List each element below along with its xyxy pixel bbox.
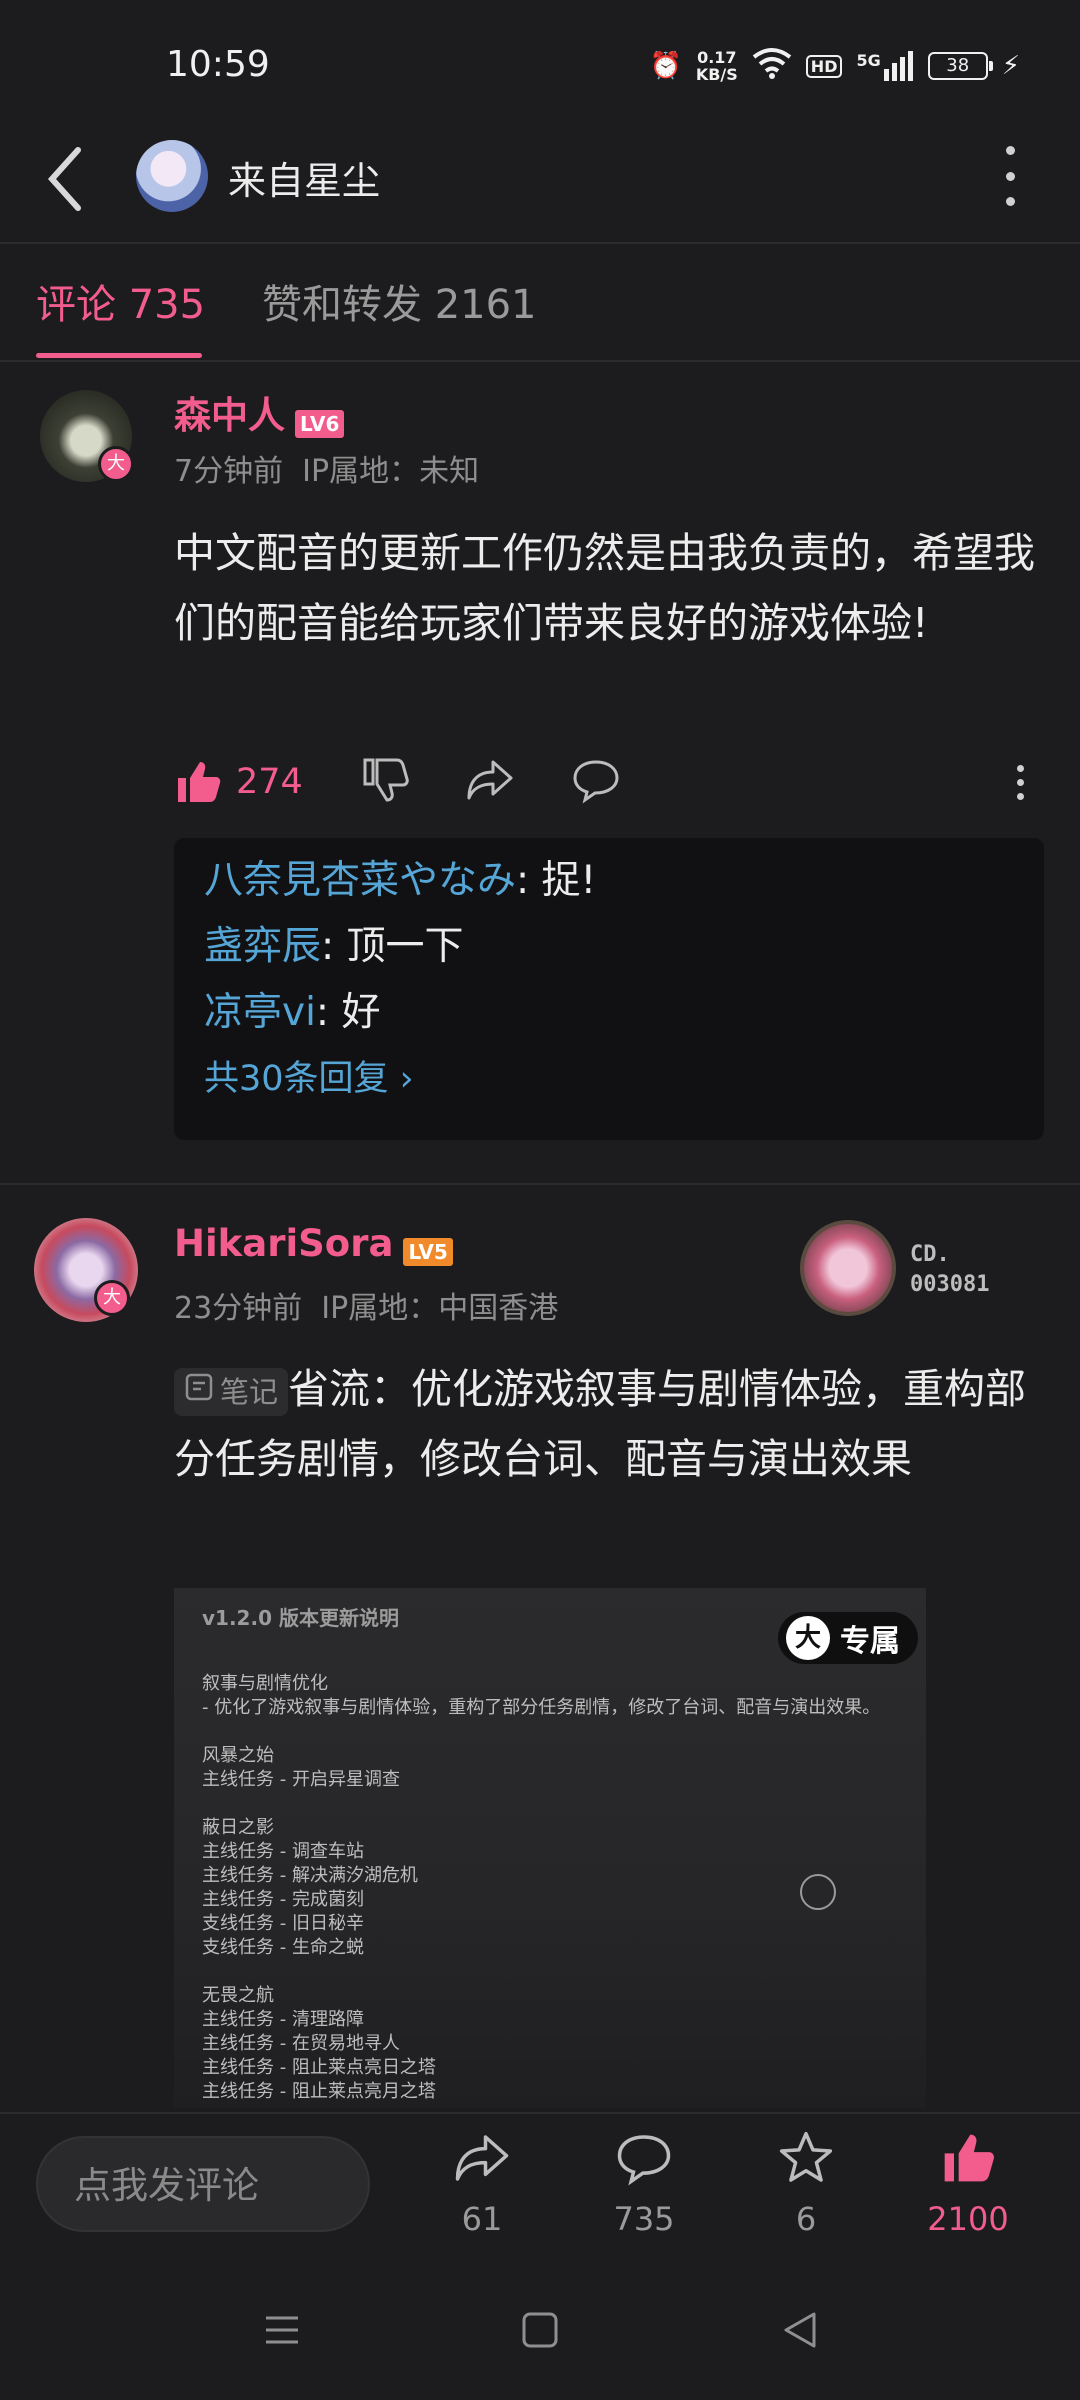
level-badge: LV5: [403, 1237, 453, 1266]
image-text-line: 叙事与剧情优化: [202, 1673, 328, 1694]
reply-text: : 好: [315, 990, 381, 1035]
image-text-line: 主线任务 - 在贸易地寻人: [202, 2033, 400, 2054]
tab-comments[interactable]: 评论 735: [36, 272, 205, 330]
note-icon: [184, 1368, 214, 1416]
menu-icon[interactable]: [262, 2310, 302, 2361]
share-button[interactable]: 61: [422, 2130, 542, 2238]
image-text-line: 主线任务 - 阻止莱点亮日之塔: [202, 2057, 436, 2078]
divider: [0, 1183, 1080, 1185]
image-text-line: 无畏之航: [202, 1985, 274, 2006]
replies-box[interactable]: 八奈見杏菜やなみ: 捉! 盏弈辰: 顶一下 凉亭vi: 好 共30条回复 ›: [174, 838, 1044, 1140]
page-title[interactable]: 来自星尘: [228, 150, 380, 205]
alarm-icon: ⏰: [649, 51, 682, 81]
star-icon: [746, 2130, 866, 2200]
image-text-line: 蔽日之影: [202, 1817, 274, 1838]
favorite-button[interactable]: 6: [746, 2130, 866, 2238]
image-text-line: 风暴之始: [202, 1745, 274, 1766]
vip-badge-icon: 大: [98, 446, 134, 482]
vip-badge-icon: 大: [94, 1280, 130, 1316]
image-text-line: [202, 1720, 922, 1744]
share-count: 61: [461, 2200, 503, 2238]
note-tag[interactable]: 笔记: [174, 1368, 289, 1416]
comment-header: 森中人 LV6: [174, 385, 345, 439]
charging-icon: ⚡: [1001, 51, 1020, 81]
signal-icon: 5G: [856, 51, 913, 81]
net-speed: 0.17 KB/S: [695, 48, 738, 84]
comment-text: 中文配音的更新工作仍然是由我负责的，希望我们的配音能给玩家们带来良好的游戏体验!: [174, 529, 1035, 647]
image-text-line: 主线任务 - 调查车站: [202, 1841, 364, 1862]
image-text-line: [202, 1960, 922, 1984]
reply-item[interactable]: 盏弈辰: 顶一下: [204, 914, 1014, 980]
status-time: 10:59: [166, 44, 270, 85]
back-nav-icon[interactable]: [780, 2310, 820, 2361]
comment-input[interactable]: 点我发评论: [36, 2136, 370, 2232]
comment-image[interactable]: v1.2.0 版本更新说明 叙事与剧情优化 - 优化了游戏叙事与剧情体验，重构了部…: [174, 1588, 926, 2108]
reply-text: : 顶一下: [321, 924, 464, 969]
comment-time: 7分钟前: [174, 454, 284, 489]
reply-text: : 捉!: [516, 858, 597, 903]
share-icon: [422, 2130, 542, 2200]
fan-badge[interactable]: [800, 1220, 896, 1316]
reply-item[interactable]: 八奈見杏菜やなみ: 捉!: [204, 848, 1014, 914]
like-icon: [908, 2130, 1028, 2200]
dislike-icon[interactable]: [361, 756, 409, 808]
comment-icon: [584, 2130, 704, 2200]
home-icon[interactable]: [520, 2310, 560, 2361]
comment-more-icon[interactable]: [1017, 764, 1024, 800]
fan-number: CD. 003081: [910, 1242, 990, 1297]
comment-count: 735: [613, 2200, 675, 2238]
image-text-line: 支线任务 - 生命之蜕: [202, 1937, 364, 1958]
comment-ip: IP属地：未知: [302, 454, 480, 489]
image-heading: v1.2.0 版本更新说明: [202, 1606, 399, 1630]
comment-meta: 7分钟前 IP属地：未知: [174, 446, 479, 490]
comment-button[interactable]: 735: [584, 2130, 704, 2238]
reply-item[interactable]: 凉亭vi: 好: [204, 980, 1014, 1046]
comment-ip: IP属地：中国香港: [321, 1291, 559, 1326]
tab-indicator: [36, 353, 202, 358]
vip-icon: 大: [786, 1616, 830, 1660]
level-badge: LV6: [295, 409, 345, 438]
favorite-count: 6: [795, 2200, 817, 2238]
username[interactable]: 森中人: [174, 394, 285, 437]
like-count: 274: [236, 762, 303, 802]
image-text-line: 主线任务 - 开启异星调查: [202, 1769, 400, 1790]
reply-user[interactable]: 凉亭vi: [204, 990, 316, 1035]
reply-icon[interactable]: [571, 756, 621, 808]
image-loading-icon: [800, 1874, 836, 1910]
view-all-replies-link[interactable]: 共30条回复 ›: [204, 1050, 1014, 1101]
reply-user[interactable]: 八奈見杏菜やなみ: [204, 858, 516, 903]
share-icon[interactable]: [465, 756, 515, 808]
back-icon[interactable]: [44, 144, 104, 224]
image-text-line: - 优化了游戏叙事与剧情体验，重构了部分任务剧情，修改了台词、配音与演出效果。: [202, 1697, 881, 1718]
comment-meta: 23分钟前 IP属地：中国香港: [174, 1283, 558, 1327]
exclusive-badge: 大专属: [778, 1612, 918, 1664]
more-options-icon[interactable]: [990, 146, 1030, 206]
like-icon[interactable]: [174, 758, 222, 806]
status-icons: ⏰ 0.17 KB/S HD 5G 38 ⚡: [649, 44, 1020, 88]
comment-text: 笔记 省流：优化游戏叙事与剧情体验，重构部分任务剧情，修改台词、配音与演出效果: [174, 1365, 1027, 1483]
image-text-line: [202, 1792, 922, 1816]
reply-user[interactable]: 盏弈辰: [204, 924, 321, 969]
author-avatar[interactable]: [136, 140, 208, 212]
wifi-icon: [752, 47, 792, 86]
like-button[interactable]: 2100: [908, 2130, 1028, 2238]
battery-icon: 38: [927, 52, 993, 80]
image-text-line: 主线任务 - 清理路障: [202, 2009, 364, 2030]
tab-likes-reposts[interactable]: 赞和转发 2161: [262, 272, 537, 330]
comment-time: 23分钟前: [174, 1291, 303, 1326]
hd-icon: HD: [805, 54, 843, 78]
image-text-line: 主线任务 - 阻止莱点亮月之塔: [202, 2081, 436, 2102]
like-count: 2100: [927, 2200, 1009, 2238]
comment-header: HikariSora LV5: [174, 1222, 453, 1266]
comment-actions: 274: [174, 752, 1044, 812]
image-text-line: 支线任务 - 旧日秘辛: [202, 1913, 364, 1934]
username[interactable]: HikariSora: [174, 1222, 393, 1265]
